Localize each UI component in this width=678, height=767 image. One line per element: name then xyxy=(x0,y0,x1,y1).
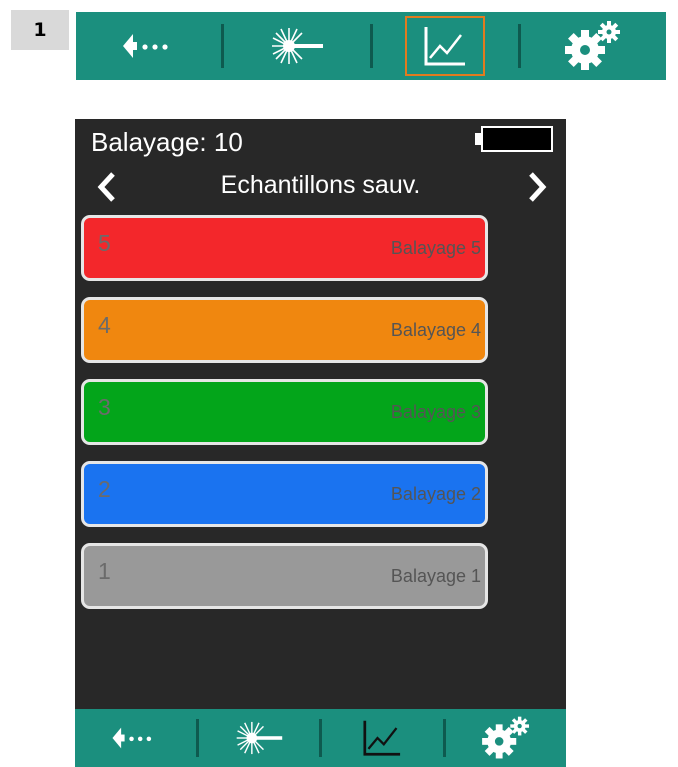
scan-label: Balayage 1 xyxy=(390,566,481,586)
scan-label: Balayage 3 xyxy=(390,402,481,422)
back-arrow-dots-icon xyxy=(122,34,168,58)
scan-label: Balayage 2 xyxy=(390,484,481,504)
scan-number: 5 xyxy=(98,230,111,256)
active-tab-highlight xyxy=(405,16,486,76)
gears-icon xyxy=(481,716,529,759)
back-arrow-dots-icon xyxy=(112,727,152,749)
next-button[interactable] xyxy=(519,169,555,205)
laser-burst-icon xyxy=(236,721,282,755)
scan-number: 2 xyxy=(98,476,111,502)
chevron-right-icon xyxy=(529,172,547,202)
top-toolbar xyxy=(76,12,666,80)
toolbar-settings-button[interactable] xyxy=(446,709,567,767)
toolbar-chart-button[interactable] xyxy=(322,709,443,767)
scan-number: 4 xyxy=(98,312,111,338)
scan-number: 1 xyxy=(98,558,111,584)
step-badge: 1 xyxy=(11,10,69,50)
gears-icon xyxy=(565,21,621,70)
bottom-toolbar xyxy=(75,709,566,767)
toolbar-laser-button[interactable] xyxy=(224,12,369,80)
saved-samples-list: 5 Balayage 5 4 Balayage 4 3 Balayage 3 2 Balaya… xyxy=(81,215,488,625)
line-chart-icon xyxy=(363,720,401,756)
device-screen: Balayage: 10 Echantillons sauv. 5 Balayag… xyxy=(75,119,566,709)
toolbar-chart-button[interactable] xyxy=(373,12,518,80)
scan-item[interactable]: 2 Balayage 2 xyxy=(81,461,488,527)
scan-number: 3 xyxy=(98,394,111,420)
page-title: Echantillons sauv. xyxy=(220,171,421,199)
sample-navigation: Echantillons sauv. xyxy=(75,167,566,207)
toolbar-laser-button[interactable] xyxy=(199,709,320,767)
laser-burst-icon xyxy=(271,28,323,64)
scan-item[interactable]: 4 Balayage 4 xyxy=(81,297,488,363)
battery-icon xyxy=(475,126,555,152)
scan-label: Balayage 4 xyxy=(390,320,481,340)
scan-count-status: Balayage: 10 xyxy=(91,127,243,157)
scan-item[interactable]: 5 Balayage 5 xyxy=(81,215,488,281)
toolbar-back-button[interactable] xyxy=(75,709,196,767)
toolbar-back-button[interactable] xyxy=(76,12,221,80)
scan-item[interactable]: 1 Balayage 1 xyxy=(81,543,488,609)
scan-item[interactable]: 3 Balayage 3 xyxy=(81,379,488,445)
scan-label: Balayage 5 xyxy=(390,238,481,258)
toolbar-settings-button[interactable] xyxy=(521,12,666,80)
